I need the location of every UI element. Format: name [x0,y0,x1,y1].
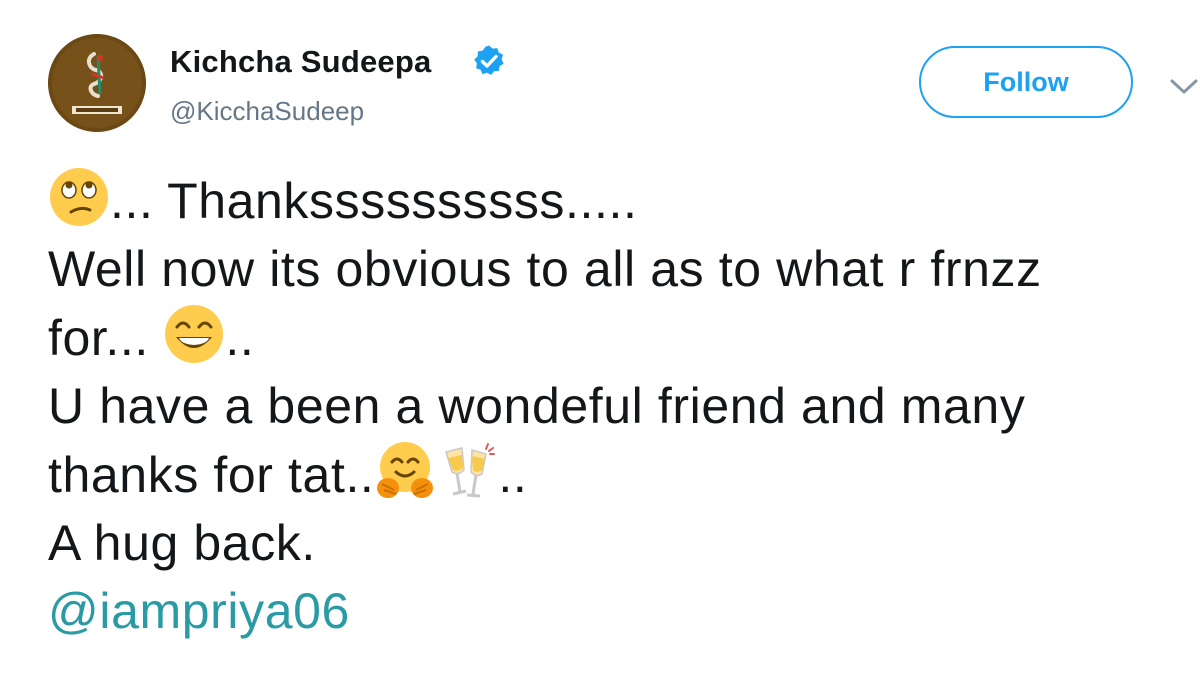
tweet-line-tail: .. [225,310,255,366]
grinning-face-with-smiling-eyes-emoji [163,303,225,365]
follow-button[interactable]: Follow [919,46,1133,118]
tweet-line: A hug back. [48,515,316,571]
hugging-face-emoji [374,440,436,502]
tweet-text: ... Thankssssssssss..... Well now its ob… [48,166,1198,645]
author-display-name[interactable]: Kichcha Sudeepa [170,44,431,80]
tweet-line: U have a been a wondeful friend and many [48,378,1026,434]
tweet-line-text: thanks for tat.. [48,447,375,503]
chevron-down-icon[interactable] [1168,70,1200,102]
face-with-rolling-eyes-emoji [48,166,110,228]
tweet-line: Well now its obvious to all as to what r… [48,241,1042,297]
kichcha-logo-avatar [48,34,146,132]
tweet-line-text: for... [48,310,164,366]
author-handle[interactable]: @KicchaSudeep [170,96,364,127]
tweet-line-text: ... Thankssssssssss..... [110,173,638,229]
tweet-line: for... .. [48,303,1198,372]
tweet-line: thanks for tat.... [48,440,1198,509]
verified-badge-icon [472,44,506,78]
clinking-glasses-emoji [436,440,498,502]
tweet-card: Kichcha Sudeepa @KicchaSudeep Follow ...… [0,0,1200,675]
tweet-line-tail: .. [498,447,528,503]
tweet-line: ... Thankssssssssss..... [48,166,1198,235]
profile-avatar[interactable] [48,34,146,132]
mention-link[interactable]: @iampriya06 [48,577,1198,645]
